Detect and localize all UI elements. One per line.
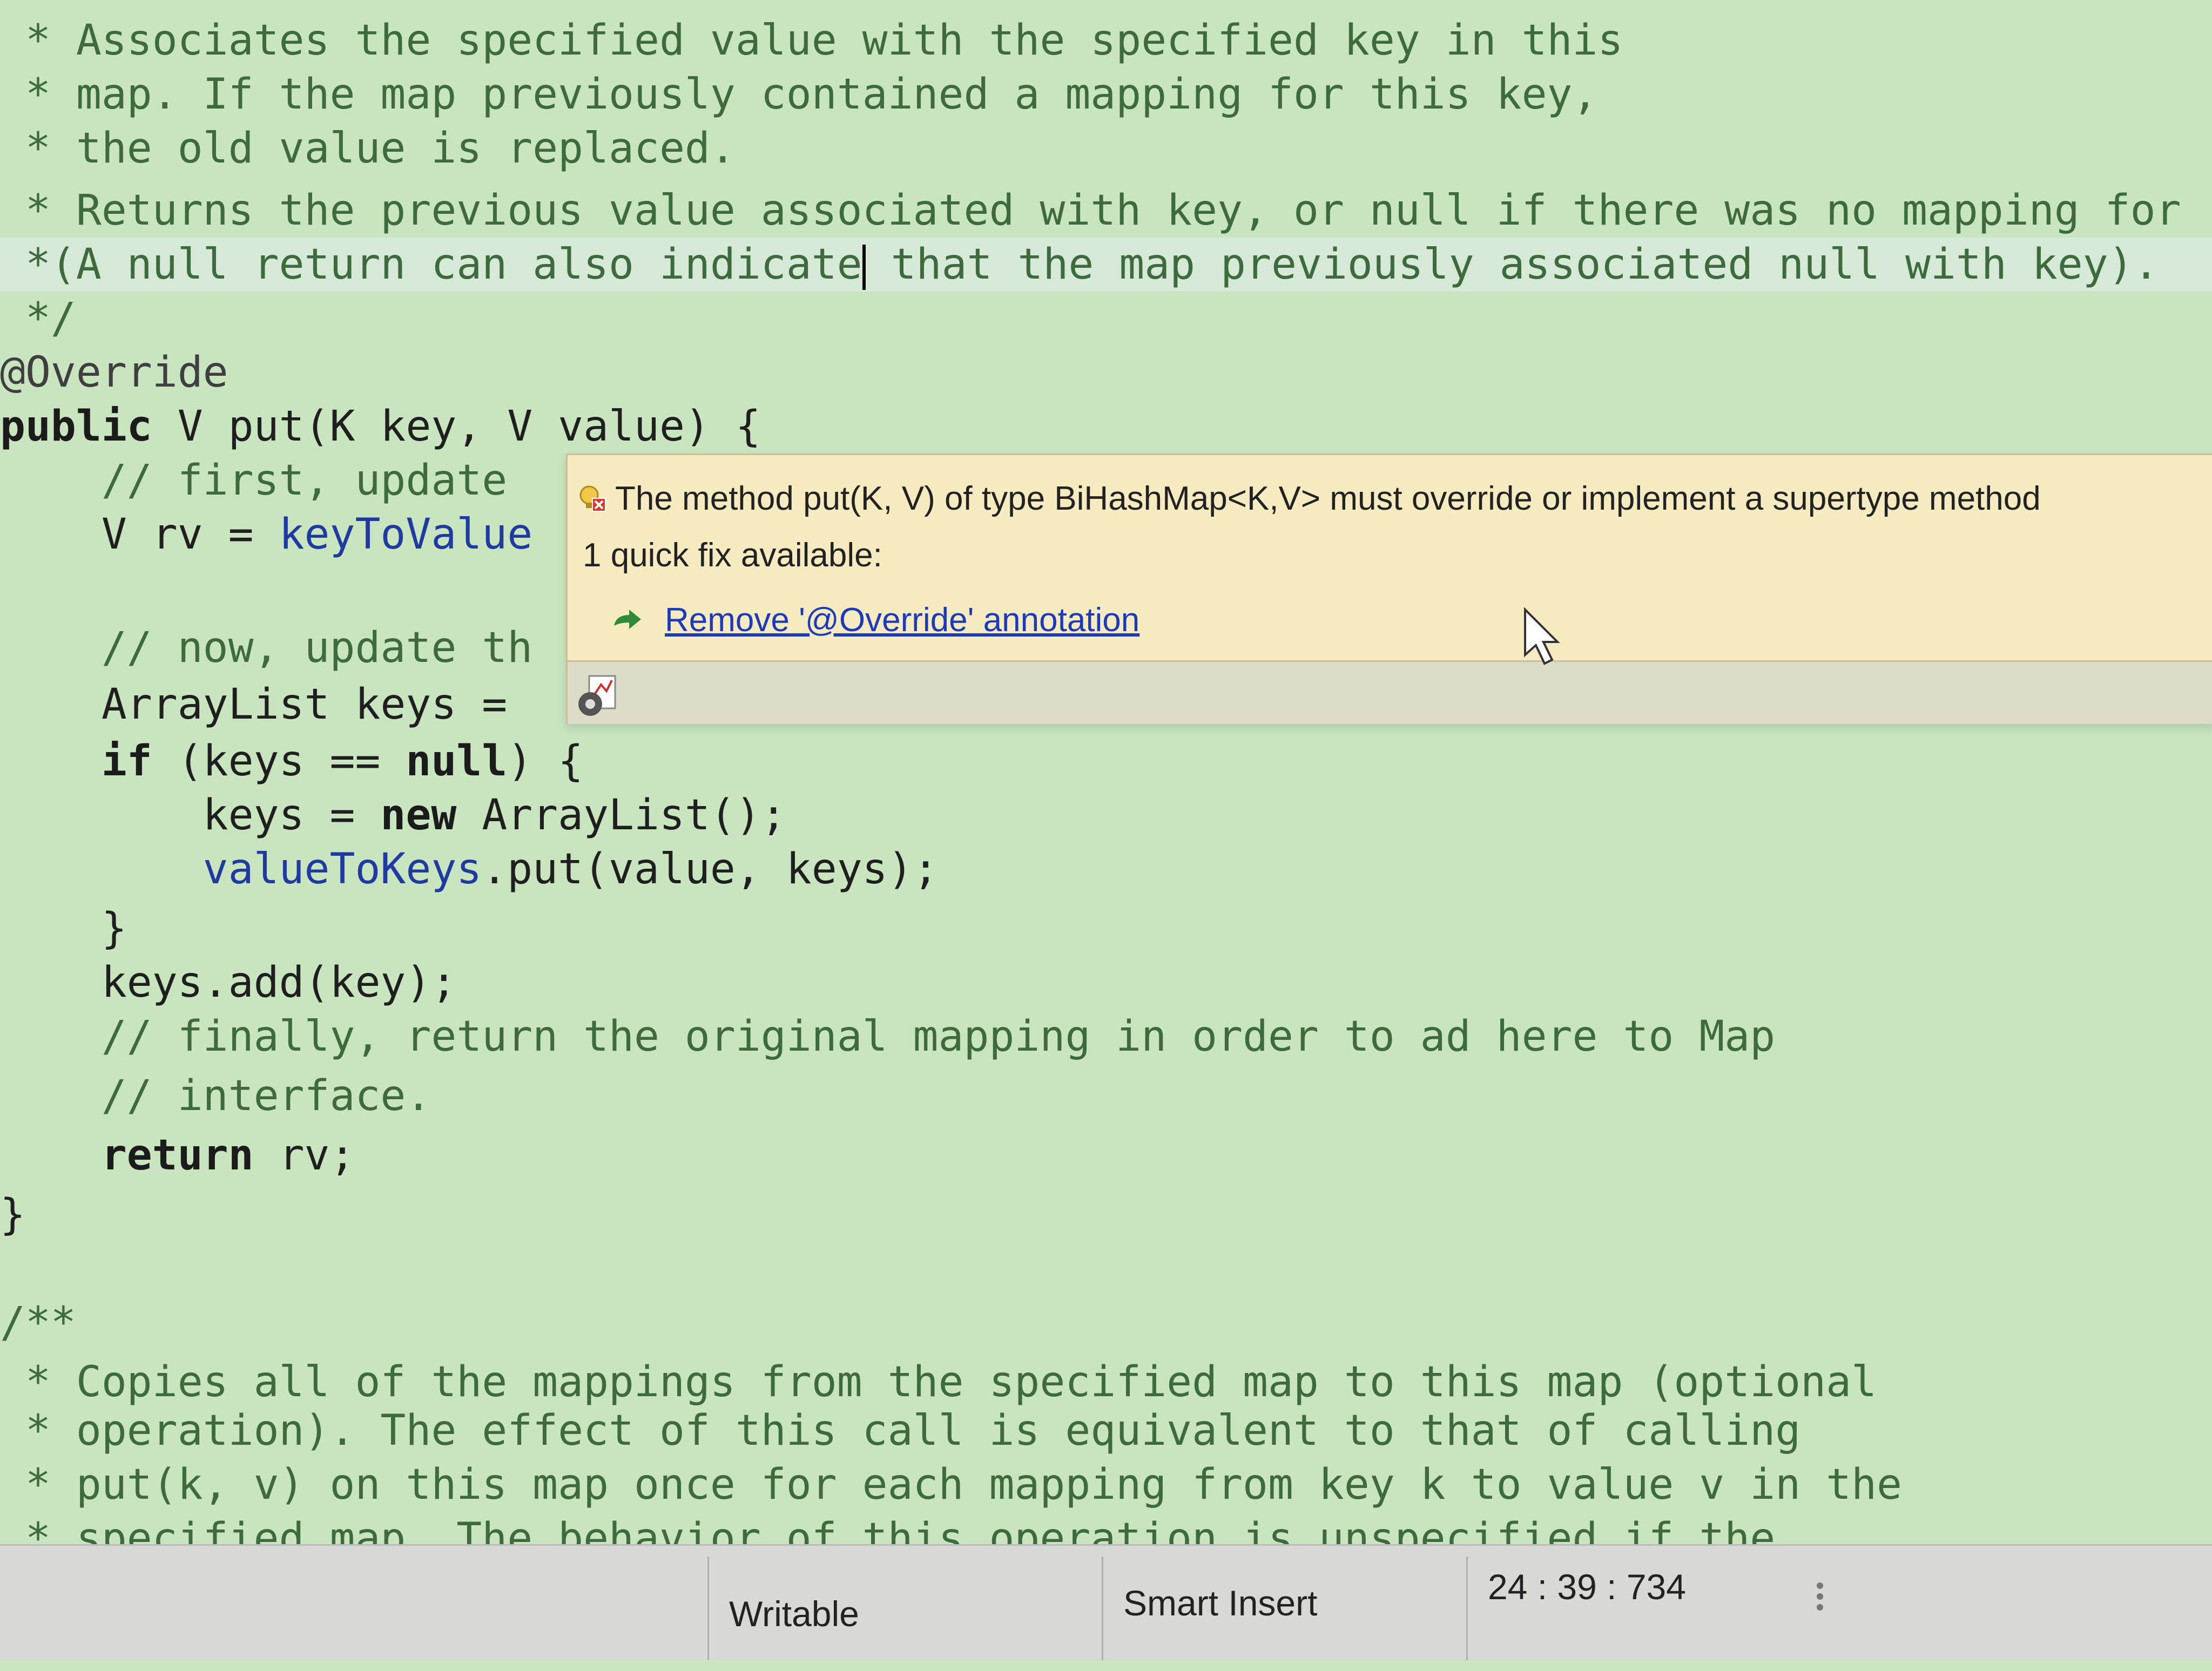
insert-mode-status: Smart Insert bbox=[1123, 1583, 1318, 1623]
code-line: * Returns the previous value associated … bbox=[0, 184, 2181, 238]
code-line: * put(k, v) on this map once for each ma… bbox=[0, 1458, 1902, 1512]
writable-status: Writable bbox=[729, 1594, 859, 1634]
code-text: V rv = bbox=[0, 510, 279, 559]
code-line: * map. If the map previously contained a… bbox=[0, 67, 1598, 121]
keyword: null bbox=[406, 737, 508, 786]
code-line: // now, update th bbox=[0, 621, 532, 675]
field-reference: valueToKeys bbox=[0, 845, 482, 894]
code-text: * put(k, v) on this map once for each ma… bbox=[0, 1460, 1902, 1509]
status-separator bbox=[1466, 1557, 1468, 1660]
error-lightbulb-icon bbox=[579, 485, 606, 512]
status-separator bbox=[707, 1557, 709, 1660]
code-line: * the old value is replaced. bbox=[0, 121, 736, 175]
current-line: *(A null return can also indicate that t… bbox=[0, 238, 2212, 292]
keyword: public bbox=[0, 402, 152, 451]
keyword: return bbox=[101, 1131, 254, 1180]
code-text: keys = bbox=[0, 791, 381, 840]
code-text: * operation). The effect of this call is… bbox=[0, 1406, 1801, 1455]
code-text: ) { bbox=[507, 737, 584, 786]
field-reference: keyToValue bbox=[279, 510, 533, 559]
code-line: return rv; bbox=[0, 1128, 355, 1182]
cursor-position-status: 24 : 39 : 734 bbox=[1488, 1567, 1686, 1607]
keyword: new bbox=[380, 791, 457, 840]
code-text: } bbox=[0, 1190, 25, 1239]
code-line: /** bbox=[0, 1296, 76, 1350]
error-message: The method put(K, V) of type BiHashMap<K… bbox=[615, 479, 2041, 517]
code-line: */ bbox=[0, 292, 76, 346]
code-line: keys.add(key); bbox=[0, 956, 456, 1010]
popup-footer bbox=[568, 660, 2212, 724]
code-line: ArrayList keys = bbox=[0, 678, 532, 732]
code-text: .put(value, keys); bbox=[482, 845, 939, 894]
status-menu-icon[interactable] bbox=[1815, 1578, 1825, 1627]
quick-fix-arrow-icon bbox=[614, 609, 641, 629]
code-text: ArrayList(); bbox=[456, 791, 786, 840]
code-text: * map. If the map previously contained a… bbox=[0, 70, 1598, 119]
code-text: * the old value is replaced. bbox=[0, 124, 736, 173]
code-text: ArrayList keys = bbox=[0, 680, 533, 729]
remove-override-link[interactable]: Remove '@Override' annotation bbox=[665, 601, 1139, 639]
code-text: * Associates the specified value with th… bbox=[0, 16, 1623, 65]
status-separator bbox=[1102, 1557, 1103, 1660]
code-text: /** bbox=[0, 1298, 76, 1347]
code-line: valueToKeys.put(value, keys); bbox=[0, 842, 939, 896]
code-line: * Associates the specified value with th… bbox=[0, 13, 1623, 67]
code-text: * Returns the previous value associated … bbox=[0, 186, 2181, 235]
settings-icon[interactable] bbox=[573, 673, 622, 721]
code-text: that the map previously associated null … bbox=[865, 240, 2159, 289]
mouse-pointer-icon bbox=[1524, 607, 1560, 665]
code-line: // finally, return the original mapping … bbox=[0, 1010, 1775, 1064]
code-line: } bbox=[0, 1188, 25, 1242]
error-message-row: The method put(K, V) of type BiHashMap<K… bbox=[577, 477, 2041, 520]
code-text: V put(K key, V value) { bbox=[152, 402, 761, 451]
code-text: *(A null return can also indicate bbox=[0, 240, 862, 289]
code-line: @Override bbox=[0, 346, 228, 400]
code-text: // now, update th bbox=[0, 624, 533, 672]
code-line: if (keys == null) { bbox=[0, 734, 583, 788]
status-bar: Writable Smart Insert 24 : 39 : 734 bbox=[0, 1544, 2212, 1660]
keyword: if bbox=[101, 737, 152, 786]
code-line: V rv = keyToValue bbox=[0, 508, 532, 561]
quick-fix-item[interactable]: Remove '@Override' annotation bbox=[611, 601, 1139, 639]
code-line: // first, update bbox=[0, 454, 507, 508]
code-line: * operation). The effect of this call is… bbox=[0, 1404, 1800, 1458]
code-text: rv; bbox=[253, 1131, 355, 1180]
quick-fix-count: 1 quick fix available: bbox=[583, 537, 882, 574]
code-line: keys = new ArrayList(); bbox=[0, 788, 786, 842]
code-text: // finally, return the original mapping … bbox=[0, 1012, 1776, 1061]
code-text: * Copies all of the mappings from the sp… bbox=[0, 1358, 1877, 1406]
code-text: */ bbox=[0, 294, 76, 343]
override-annotation: @Override bbox=[0, 348, 228, 397]
code-text: keys.add(key); bbox=[0, 958, 457, 1007]
code-line: // interface. bbox=[0, 1069, 431, 1123]
code-line: } bbox=[0, 902, 127, 956]
code-text: } bbox=[0, 904, 127, 953]
code-text: // interface. bbox=[0, 1072, 431, 1120]
code-editor[interactable]: * Associates the specified value with th… bbox=[0, 0, 2212, 1544]
code-line: * Copies all of the mappings from the sp… bbox=[0, 1355, 1877, 1409]
code-line: public V put(K key, V value) { bbox=[0, 400, 761, 454]
quick-fix-popup[interactable]: The method put(K, V) of type BiHashMap<K… bbox=[566, 454, 2212, 724]
code-text: // first, update bbox=[0, 456, 508, 505]
code-text: (keys == bbox=[152, 737, 406, 786]
